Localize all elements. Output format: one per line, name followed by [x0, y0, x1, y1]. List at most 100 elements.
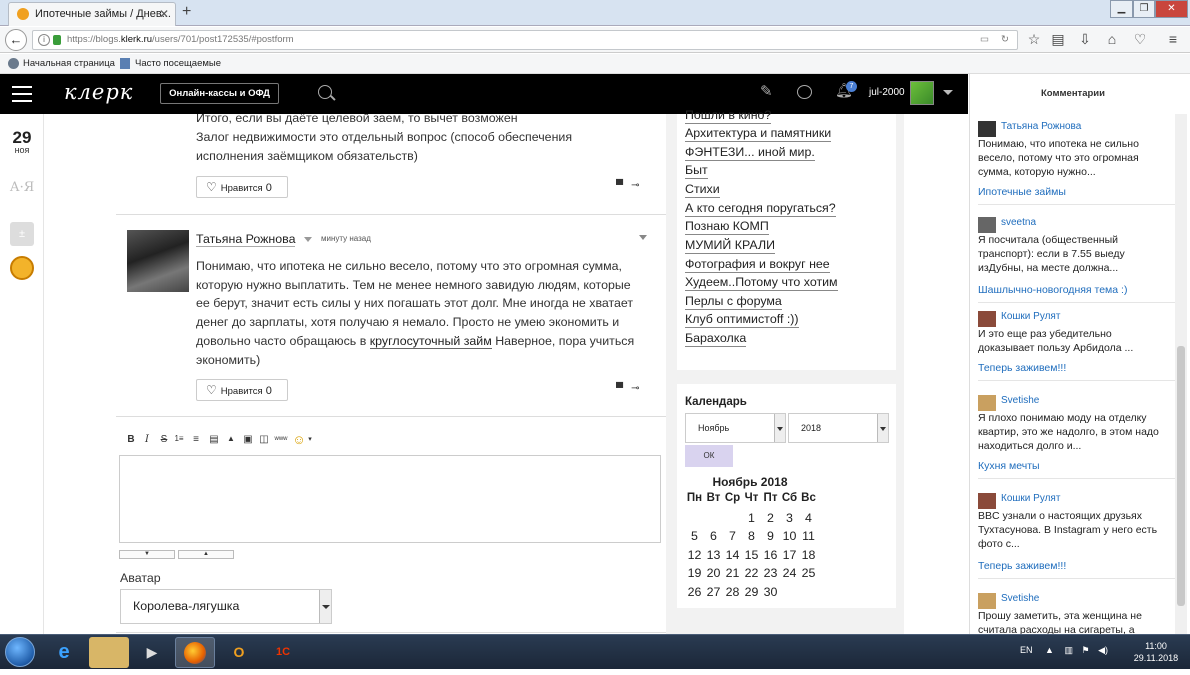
restore-window-icon[interactable]: ❐	[1133, 0, 1155, 18]
category-link[interactable]: Перлы с форума	[685, 294, 782, 310]
calendar-day[interactable]: 24	[780, 566, 799, 580]
recent-comment-avatar[interactable]	[978, 217, 996, 233]
video-button[interactable]: ◫	[257, 434, 271, 445]
recent-comment-user[interactable]: Svetishe	[1001, 593, 1039, 604]
library-icon[interactable]: ▤	[1049, 31, 1067, 48]
bookmark-home[interactable]: Начальная страница	[23, 54, 115, 73]
recent-comment-user[interactable]: Татьяна Рожнова	[1001, 121, 1081, 132]
firefox-taskbar-icon[interactable]	[175, 637, 215, 668]
calendar-day[interactable]: 8	[742, 529, 761, 543]
category-link[interactable]: Познаю КОМП	[685, 219, 769, 235]
strike-button[interactable]: S	[157, 434, 171, 445]
like-button[interactable]: ♡ Нравится 0	[196, 176, 288, 198]
link-button[interactable]: www	[273, 436, 289, 442]
comment-textarea[interactable]	[119, 455, 661, 543]
calendar-day[interactable]: 25	[799, 566, 818, 580]
comment-menu-caret-icon[interactable]	[639, 235, 647, 240]
shrink-editor-button[interactable]: ▼	[119, 550, 175, 559]
recent-comment-text[interactable]: Я плохо понимаю моду на отделку квартир,…	[978, 411, 1170, 453]
grow-editor-button[interactable]: ▲	[178, 550, 234, 559]
calendar-day[interactable]: 4	[799, 511, 818, 525]
bookmark-star-icon[interactable]: ☆	[1025, 31, 1043, 48]
media-player-icon[interactable]: ▶	[132, 637, 172, 668]
calendar-day[interactable]: 20	[704, 566, 723, 580]
reader-view-icon[interactable]: ▭	[980, 31, 989, 49]
recent-comment-text[interactable]: Прошу заметить, эта женщина не считала р…	[978, 609, 1170, 637]
recent-comment-text[interactable]: BBC узнали о настоящих друзьях Тухтасуно…	[978, 509, 1170, 551]
calendar-day[interactable]: 23	[761, 566, 780, 580]
menu-icon[interactable]: ≡	[1164, 31, 1182, 47]
image-button[interactable]: ▣	[241, 434, 255, 445]
calendar-day[interactable]: 9	[761, 529, 780, 543]
comment-link[interactable]: круглосуточный займ	[369, 333, 492, 349]
calendar-day[interactable]: 29	[742, 585, 761, 599]
calendar-day[interactable]: 15	[742, 548, 761, 562]
recent-comment-user[interactable]: Кошки Рулят	[1001, 311, 1060, 322]
category-link[interactable]: Быт	[685, 163, 708, 179]
category-link[interactable]: Архитектура и памятники	[685, 126, 832, 142]
username[interactable]: jul-2000	[869, 87, 905, 98]
category-link[interactable]: Пошли в кино?	[685, 108, 772, 124]
calendar-day[interactable]: 13	[704, 548, 723, 562]
internet-explorer-icon[interactable]: e	[44, 637, 84, 668]
pocket-icon[interactable]: ♡	[1131, 31, 1149, 48]
calendar-day[interactable]: 2	[761, 511, 780, 525]
calendar-day[interactable]: 12	[685, 548, 704, 562]
hamburger-menu-icon[interactable]	[12, 86, 32, 102]
commenter-avatar[interactable]	[127, 230, 189, 292]
spoiler-button[interactable]: ▲	[224, 434, 238, 443]
avatar-select[interactable]: Королева-лягушка	[120, 589, 332, 624]
date-month[interactable]: ноя	[0, 145, 44, 155]
online-kassy-button[interactable]: Онлайн-кассы и ОФД	[160, 83, 279, 104]
calendar-day[interactable]: 5	[685, 529, 704, 543]
recent-comment-text[interactable]: Я посчитала (общественный транспорт): ес…	[978, 233, 1170, 275]
calendar-day[interactable]: 3	[780, 511, 799, 525]
calendar-day[interactable]: 27	[704, 585, 723, 599]
user-menu-caret-icon[interactable]	[943, 90, 953, 95]
smiley-caret-icon[interactable]: ▾	[303, 435, 317, 443]
calendar-day[interactable]: 16	[761, 548, 780, 562]
bookmark-frequent[interactable]: Часто посещаемые	[135, 54, 221, 73]
calendar-ok-button[interactable]: ОК	[685, 445, 733, 467]
search-icon[interactable]	[318, 85, 332, 99]
category-link[interactable]: МУМИЙ КРАЛИ	[685, 238, 775, 254]
recent-comment-user[interactable]: Svetishe	[1001, 395, 1039, 406]
info-icon[interactable]: i	[38, 34, 50, 46]
recent-comment-post-link[interactable]: Теперь заживем!!!	[978, 362, 1066, 374]
file-explorer-icon[interactable]	[89, 637, 129, 668]
bold-button[interactable]: B	[124, 434, 138, 445]
flag-icon[interactable]: ⚑	[1082, 645, 1090, 655]
dropdown-arrow-icon[interactable]	[774, 414, 785, 442]
start-button[interactable]	[5, 637, 35, 667]
recent-comment-avatar[interactable]	[978, 395, 996, 411]
link-icon[interactable]: ⊸	[631, 180, 647, 191]
address-bar[interactable]: i https://blogs.klerk.ru/users/701/post1…	[32, 30, 1018, 50]
unordered-list-button[interactable]: ≡	[189, 434, 203, 445]
tray-expand-icon[interactable]: ▲	[1045, 645, 1054, 655]
home-icon[interactable]: ⌂	[1103, 31, 1121, 47]
calendar-day[interactable]: 19	[685, 566, 704, 580]
calendar-day[interactable]: 17	[780, 548, 799, 562]
ordered-list-button[interactable]: 1≡	[172, 434, 186, 443]
recent-comment-user[interactable]: Кошки Рулят	[1001, 493, 1060, 504]
calendar-day[interactable]: 1	[742, 511, 761, 525]
reply-icon[interactable]: ▀	[616, 180, 631, 191]
category-link[interactable]: Худеем..Потому что хотим	[685, 275, 838, 291]
recent-comment-post-link[interactable]: Теперь заживем!!!	[978, 560, 1066, 572]
author-caret-icon[interactable]	[304, 237, 312, 242]
panel-scrollbar-thumb[interactable]	[1177, 346, 1185, 606]
recent-comment-avatar[interactable]	[978, 593, 996, 609]
year-select[interactable]: 2018	[788, 413, 889, 443]
category-link[interactable]: Клуб оптимистoff :))	[685, 312, 799, 328]
minimize-window-icon[interactable]: ▁	[1110, 0, 1133, 18]
calendar-day[interactable]: 6	[704, 529, 723, 543]
recent-comment-avatar[interactable]	[978, 121, 996, 137]
month-select[interactable]: Ноябрь	[685, 413, 786, 443]
dropdown-arrow-icon[interactable]	[319, 590, 331, 623]
clock[interactable]: 11:00 29.11.2018	[1128, 640, 1184, 664]
calendar-day[interactable]: 11	[799, 529, 818, 543]
notifications-badge[interactable]: 7	[846, 81, 857, 92]
recent-comment-avatar[interactable]	[978, 493, 996, 509]
calendar-day[interactable]: 18	[799, 548, 818, 562]
dropdown-arrow-icon[interactable]	[877, 414, 888, 442]
